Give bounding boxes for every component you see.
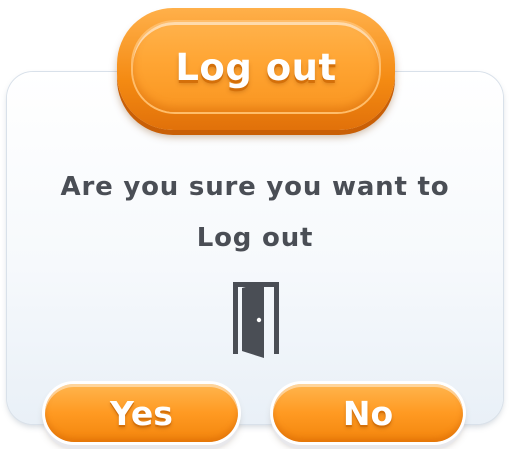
confirm-message-line1: Are you sure you want to <box>60 172 450 202</box>
title-badge: Log out <box>117 8 395 130</box>
yes-button[interactable]: Yes <box>45 384 238 442</box>
dialog-title: Log out <box>175 45 337 89</box>
no-button[interactable]: No <box>273 384 463 442</box>
yes-button-label: Yes <box>110 393 173 433</box>
confirm-message-line2: Log out <box>196 223 314 253</box>
logout-dialog: Log out Are you sure you want to Log out… <box>0 0 512 449</box>
no-button-label: No <box>342 393 394 433</box>
door-open-icon <box>233 282 279 358</box>
title-badge-inner: Log out <box>133 22 379 112</box>
